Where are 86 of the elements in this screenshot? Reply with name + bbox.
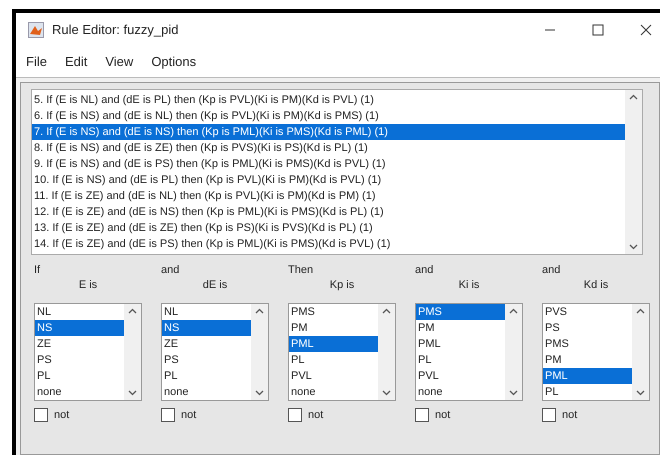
scrollbar[interactable] bbox=[124, 304, 141, 400]
scroll-up-icon[interactable] bbox=[255, 308, 264, 314]
term-item[interactable]: PMS bbox=[289, 304, 378, 320]
rule-item[interactable]: 13. If (E is ZE) and (dE is ZE) then (Kp is PS)(Ki is PVS)(Kd is PL) (1) bbox=[32, 220, 625, 236]
term-item[interactable]: ZE bbox=[162, 336, 251, 352]
not-checkbox[interactable] bbox=[161, 408, 175, 422]
variable-label: Kp is bbox=[330, 278, 354, 293]
term-item[interactable]: PM bbox=[289, 320, 378, 336]
connector-label: and bbox=[161, 263, 180, 278]
menu-item[interactable]: Options bbox=[151, 52, 196, 72]
term-item[interactable]: PML bbox=[416, 336, 505, 352]
connector-label: Then bbox=[288, 263, 314, 278]
scroll-down-icon[interactable] bbox=[128, 390, 137, 396]
menu-item[interactable]: Edit bbox=[64, 52, 88, 72]
term-item[interactable]: PS bbox=[162, 352, 251, 368]
maximize-icon[interactable] bbox=[592, 24, 604, 36]
not-checkbox[interactable] bbox=[34, 408, 48, 422]
term-item[interactable]: none bbox=[162, 384, 251, 400]
term-item[interactable]: PM bbox=[543, 352, 632, 368]
term-item[interactable]: PMS bbox=[416, 304, 505, 320]
term-item[interactable]: PL bbox=[289, 352, 378, 368]
term-item[interactable]: ZE bbox=[35, 336, 124, 352]
scroll-down-icon[interactable] bbox=[629, 244, 638, 250]
not-label: not bbox=[562, 408, 578, 423]
scrollbar[interactable] bbox=[251, 304, 268, 400]
term-item[interactable]: PS bbox=[35, 352, 124, 368]
not-label: not bbox=[54, 408, 70, 423]
term-item[interactable]: PL bbox=[416, 352, 505, 368]
scroll-up-icon[interactable] bbox=[382, 308, 391, 314]
term-item[interactable]: PML bbox=[289, 336, 378, 352]
term-item[interactable]: PVL bbox=[416, 368, 505, 384]
term-item[interactable]: none bbox=[289, 384, 378, 400]
scroll-down-icon[interactable] bbox=[382, 390, 391, 396]
term-item[interactable]: PML bbox=[543, 368, 632, 384]
rule-item[interactable]: 5. If (E is NL) and (dE is PL) then (Kp is PVL)(Ki is PM)(Kd is PVL) (1) bbox=[32, 92, 625, 108]
window-title: Rule Editor: fuzzy_pid bbox=[52, 21, 178, 40]
term-item[interactable]: NL bbox=[35, 304, 124, 320]
variable-label: Kd is bbox=[584, 278, 608, 293]
term-item[interactable]: PL bbox=[543, 384, 632, 400]
not-label: not bbox=[181, 408, 196, 423]
menu-item[interactable]: View bbox=[105, 52, 134, 72]
rule-item[interactable]: 7. If (E is NS) and (dE is NS) then (Kp is PML)(Ki is PMS)(Kd is PML) (1) bbox=[32, 124, 625, 140]
scroll-down-icon[interactable] bbox=[509, 390, 518, 396]
scrollbar[interactable] bbox=[505, 304, 522, 400]
scrollbar[interactable] bbox=[632, 304, 649, 400]
term-item[interactable]: NL bbox=[162, 304, 251, 320]
term-item[interactable]: PL bbox=[162, 368, 251, 384]
rule-item[interactable]: 12. If (E is ZE) and (dE is NS) then (Kp is PML)(Ki is PMS)(Kd is PL) (1) bbox=[32, 204, 625, 220]
not-label: not bbox=[435, 408, 450, 423]
term-item[interactable]: none bbox=[35, 384, 124, 400]
term-item[interactable]: PL bbox=[35, 368, 124, 384]
variable-label: dE is bbox=[202, 278, 228, 293]
menu-item[interactable]: File bbox=[26, 52, 47, 72]
scroll-down-icon[interactable] bbox=[255, 390, 264, 396]
not-checkbox[interactable] bbox=[542, 408, 556, 422]
term-item[interactable]: NS bbox=[35, 320, 124, 336]
term-item[interactable]: NS bbox=[162, 320, 251, 336]
scroll-up-icon[interactable] bbox=[128, 308, 137, 314]
term-item[interactable]: PVS bbox=[543, 304, 632, 320]
rule-item[interactable]: 6. If (E is NS) and (dE is NL) then (Kp is PVL)(Ki is PM)(Kd is PMS) (1) bbox=[32, 108, 625, 124]
variable-label: Ki is bbox=[458, 278, 480, 293]
connector-label: If bbox=[34, 263, 40, 278]
app-logo-icon bbox=[28, 22, 44, 38]
term-item[interactable]: PMS bbox=[543, 336, 632, 352]
rule-item[interactable]: 11. If (E is ZE) and (dE is NL) then (Kp is PVL)(Ki is PM)(Kd is PM) (1) bbox=[32, 188, 625, 204]
variable-label: E is bbox=[78, 278, 98, 293]
scroll-up-icon[interactable] bbox=[629, 94, 638, 100]
not-checkbox[interactable] bbox=[288, 408, 302, 422]
connector-label: and bbox=[415, 263, 434, 278]
term-item[interactable]: PS bbox=[543, 320, 632, 336]
connector-label: and bbox=[542, 263, 560, 278]
not-checkbox[interactable] bbox=[415, 408, 429, 422]
term-item[interactable]: PVL bbox=[289, 368, 378, 384]
rule-item[interactable]: 9. If (E is NS) and (dE is PS) then (Kp is PML)(Ki is PMS)(Kd is PVL) (1) bbox=[32, 156, 625, 172]
scroll-up-icon[interactable] bbox=[636, 308, 645, 314]
scroll-down-icon[interactable] bbox=[636, 390, 645, 396]
scrollbar[interactable] bbox=[625, 90, 642, 254]
close-icon[interactable] bbox=[640, 24, 652, 36]
scrollbar[interactable] bbox=[378, 304, 395, 400]
rule-item[interactable]: 8. If (E is NS) and (dE is ZE) then (Kp is PVS)(Ki is PS)(Kd is PL) (1) bbox=[32, 140, 625, 156]
term-item[interactable]: none bbox=[416, 384, 505, 400]
not-label: not bbox=[308, 408, 324, 423]
term-item[interactable]: PM bbox=[416, 320, 505, 336]
rule-item[interactable]: 10. If (E is NS) and (dE is PL) then (Kp is PVL)(Ki is PM)(Kd is PVL) (1) bbox=[32, 172, 625, 188]
scroll-up-icon[interactable] bbox=[509, 308, 518, 314]
rule-item[interactable]: 14. If (E is ZE) and (dE is PS) then (Kp is PML)(Ki is PMS)(Kd is PVL) (1) bbox=[32, 236, 625, 252]
